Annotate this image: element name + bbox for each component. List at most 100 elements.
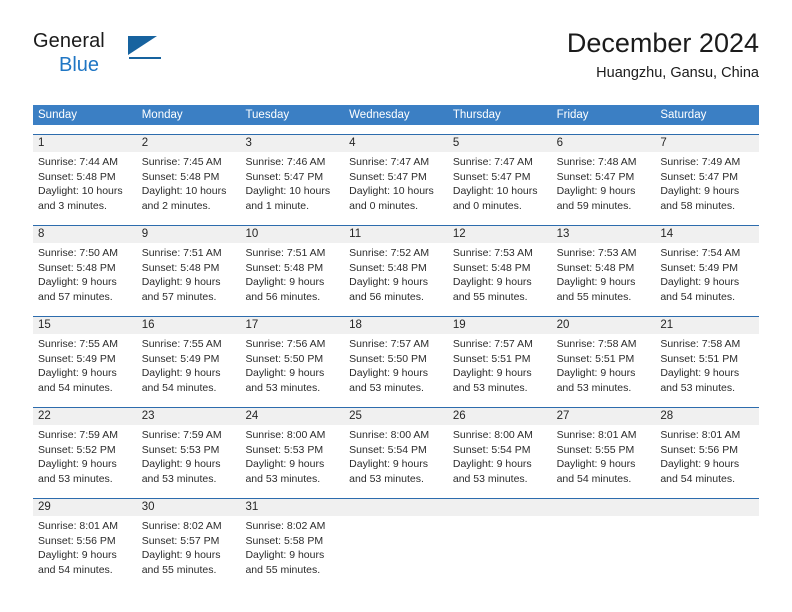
page-title: December 2024 [566, 28, 759, 58]
sunset-text: Sunset: 5:48 PM [38, 170, 116, 183]
day-cell[interactable]: Sunrise: 7:53 AM Sunset: 5:48 PM Dayligh… [552, 243, 656, 307]
day-cell[interactable]: Sunrise: 8:02 AM Sunset: 5:57 PM Dayligh… [137, 516, 241, 580]
day-number[interactable]: 17 [240, 317, 344, 334]
sunrise-text: Sunrise: 7:57 AM [452, 338, 533, 350]
day-number[interactable]: 31 [240, 499, 344, 516]
sunrise-text: Sunrise: 7:49 AM [660, 156, 741, 168]
sunset-text: Sunset: 5:48 PM [349, 261, 427, 274]
day-cell[interactable]: Sunrise: 7:50 AM Sunset: 5:48 PM Dayligh… [33, 243, 137, 307]
day-number[interactable]: 20 [552, 317, 656, 334]
day-number[interactable]: 5 [448, 135, 552, 152]
day-cell[interactable]: Sunrise: 8:01 AM Sunset: 5:56 PM Dayligh… [33, 516, 137, 580]
day-cell[interactable]: Sunrise: 7:56 AM Sunset: 5:50 PM Dayligh… [240, 334, 344, 398]
day-cell[interactable]: Sunrise: 8:01 AM Sunset: 5:55 PM Dayligh… [552, 425, 656, 489]
day-cell[interactable]: Sunrise: 7:46 AM Sunset: 5:47 PM Dayligh… [240, 152, 344, 216]
sunset-text: Sunset: 5:50 PM [245, 352, 324, 365]
weekday-header-sunday: Sunday [38, 109, 78, 121]
day-cell[interactable]: Sunrise: 7:45 AM Sunset: 5:48 PM Dayligh… [137, 152, 241, 216]
day-cell[interactable]: Sunrise: 8:00 AM Sunset: 5:54 PM Dayligh… [448, 425, 552, 489]
daylight-text-line1: Daylight: 9 hours [349, 367, 428, 380]
day-number[interactable]: 13 [552, 226, 656, 243]
day-cell[interactable]: Sunrise: 7:55 AM Sunset: 5:49 PM Dayligh… [33, 334, 137, 398]
day-number[interactable]: 12 [448, 226, 552, 243]
daylight-text-line1: Daylight: 9 hours [38, 549, 117, 562]
day-cell[interactable]: Sunrise: 7:52 AM Sunset: 5:48 PM Dayligh… [344, 243, 448, 307]
week-body-row: Sunrise: 8:01 AM Sunset: 5:56 PM Dayligh… [33, 516, 759, 580]
day-cell[interactable]: Sunrise: 8:02 AM Sunset: 5:58 PM Dayligh… [240, 516, 344, 580]
day-number[interactable]: 29 [33, 499, 137, 516]
daylight-text-line2: and 59 minutes. [556, 199, 632, 212]
sunrise-text: Sunrise: 7:47 AM [349, 156, 430, 168]
day-number[interactable]: 3 [240, 135, 344, 152]
day-number[interactable]: 8 [33, 226, 137, 243]
day-number[interactable]: 4 [344, 135, 448, 152]
day-cell[interactable]: Sunrise: 7:47 AM Sunset: 5:47 PM Dayligh… [344, 152, 448, 216]
day-number[interactable]: 14 [655, 226, 759, 243]
day-cell[interactable]: Sunrise: 7:44 AM Sunset: 5:48 PM Dayligh… [33, 152, 137, 216]
day-cell[interactable]: Sunrise: 7:59 AM Sunset: 5:52 PM Dayligh… [33, 425, 137, 489]
day-cell[interactable]: Sunrise: 8:00 AM Sunset: 5:54 PM Dayligh… [344, 425, 448, 489]
day-number[interactable]: 1 [33, 135, 137, 152]
daylight-text-line1: Daylight: 9 hours [660, 185, 740, 198]
weekday-header-row: Sunday Monday Tuesday Wednesday Thursday… [33, 105, 759, 125]
sunset-text: Sunset: 5:47 PM [349, 170, 427, 183]
day-number[interactable]: 16 [137, 317, 241, 334]
day-number[interactable]: 28 [655, 408, 759, 425]
day-number[interactable]: 10 [240, 226, 344, 243]
day-number[interactable]: 11 [344, 226, 448, 243]
daylight-text-line2: and 56 minutes. [349, 290, 424, 303]
day-cell-empty [552, 516, 656, 580]
daylight-text-line1: Daylight: 10 hours [452, 185, 538, 198]
day-cell[interactable]: Sunrise: 7:49 AM Sunset: 5:47 PM Dayligh… [655, 152, 759, 216]
day-cell[interactable]: Sunrise: 7:53 AM Sunset: 5:48 PM Dayligh… [448, 243, 552, 307]
day-cell[interactable]: Sunrise: 8:01 AM Sunset: 5:56 PM Dayligh… [655, 425, 759, 489]
sunset-text: Sunset: 5:57 PM [141, 534, 220, 547]
week-row: 15 16 17 18 19 20 21 Sunrise: 7:55 AM Su… [33, 316, 759, 398]
daylight-text-line1: Daylight: 9 hours [245, 549, 325, 562]
daylight-text-line2: and 55 minutes. [556, 290, 632, 303]
day-cell[interactable]: Sunrise: 7:58 AM Sunset: 5:51 PM Dayligh… [655, 334, 759, 398]
day-cell[interactable]: Sunrise: 7:54 AM Sunset: 5:49 PM Dayligh… [655, 243, 759, 307]
day-cell[interactable]: Sunrise: 7:51 AM Sunset: 5:48 PM Dayligh… [137, 243, 241, 307]
day-number[interactable]: 24 [240, 408, 344, 425]
day-cell[interactable]: Sunrise: 7:59 AM Sunset: 5:53 PM Dayligh… [137, 425, 241, 489]
day-cell[interactable]: Sunrise: 8:00 AM Sunset: 5:53 PM Dayligh… [240, 425, 344, 489]
day-number[interactable]: 30 [137, 499, 241, 516]
day-number[interactable]: 15 [33, 317, 137, 334]
brand-name-general: General [33, 30, 105, 52]
day-number[interactable]: 19 [448, 317, 552, 334]
daylight-text-line1: Daylight: 9 hours [660, 367, 740, 380]
weekday-header-tuesday: Tuesday [245, 109, 290, 121]
day-cell[interactable]: Sunrise: 7:55 AM Sunset: 5:49 PM Dayligh… [137, 334, 241, 398]
daylight-text-line2: and 53 minutes. [660, 381, 736, 394]
day-number[interactable]: 27 [552, 408, 656, 425]
week-date-band: 1 2 3 4 5 6 7 [33, 135, 759, 152]
sunrise-text: Sunrise: 7:54 AM [660, 247, 741, 259]
page-subtitle: Huangzhu, Gansu, China [596, 65, 759, 81]
day-number[interactable]: 22 [33, 408, 137, 425]
day-cell[interactable]: Sunrise: 7:57 AM Sunset: 5:51 PM Dayligh… [448, 334, 552, 398]
day-number[interactable]: 7 [655, 135, 759, 152]
day-number[interactable]: 9 [137, 226, 241, 243]
sunrise-text: Sunrise: 7:59 AM [38, 429, 118, 441]
day-cell[interactable]: Sunrise: 7:48 AM Sunset: 5:47 PM Dayligh… [552, 152, 656, 216]
day-cell[interactable]: Sunrise: 7:51 AM Sunset: 5:48 PM Dayligh… [240, 243, 344, 307]
sunrise-text: Sunrise: 7:56 AM [245, 338, 326, 350]
daylight-text-line2: and 57 minutes. [38, 290, 113, 303]
day-cell[interactable]: Sunrise: 7:57 AM Sunset: 5:50 PM Dayligh… [344, 334, 448, 398]
day-number[interactable]: 26 [448, 408, 552, 425]
sunrise-text: Sunrise: 7:53 AM [556, 247, 637, 259]
day-number[interactable]: 18 [344, 317, 448, 334]
day-number[interactable]: 21 [655, 317, 759, 334]
brand-logo[interactable]: General Blue [33, 30, 161, 86]
sunrise-text: Sunrise: 7:48 AM [556, 156, 637, 168]
day-cell[interactable]: Sunrise: 7:58 AM Sunset: 5:51 PM Dayligh… [552, 334, 656, 398]
day-number[interactable]: 23 [137, 408, 241, 425]
day-cell[interactable]: Sunrise: 7:47 AM Sunset: 5:47 PM Dayligh… [448, 152, 552, 216]
daylight-text-line2: and 53 minutes. [349, 472, 424, 485]
day-number[interactable]: 2 [137, 135, 241, 152]
day-number[interactable]: 25 [344, 408, 448, 425]
day-number[interactable]: 6 [552, 135, 656, 152]
daylight-text-line2: and 54 minutes. [660, 290, 736, 303]
weekday-header-wednesday: Wednesday [349, 109, 410, 121]
